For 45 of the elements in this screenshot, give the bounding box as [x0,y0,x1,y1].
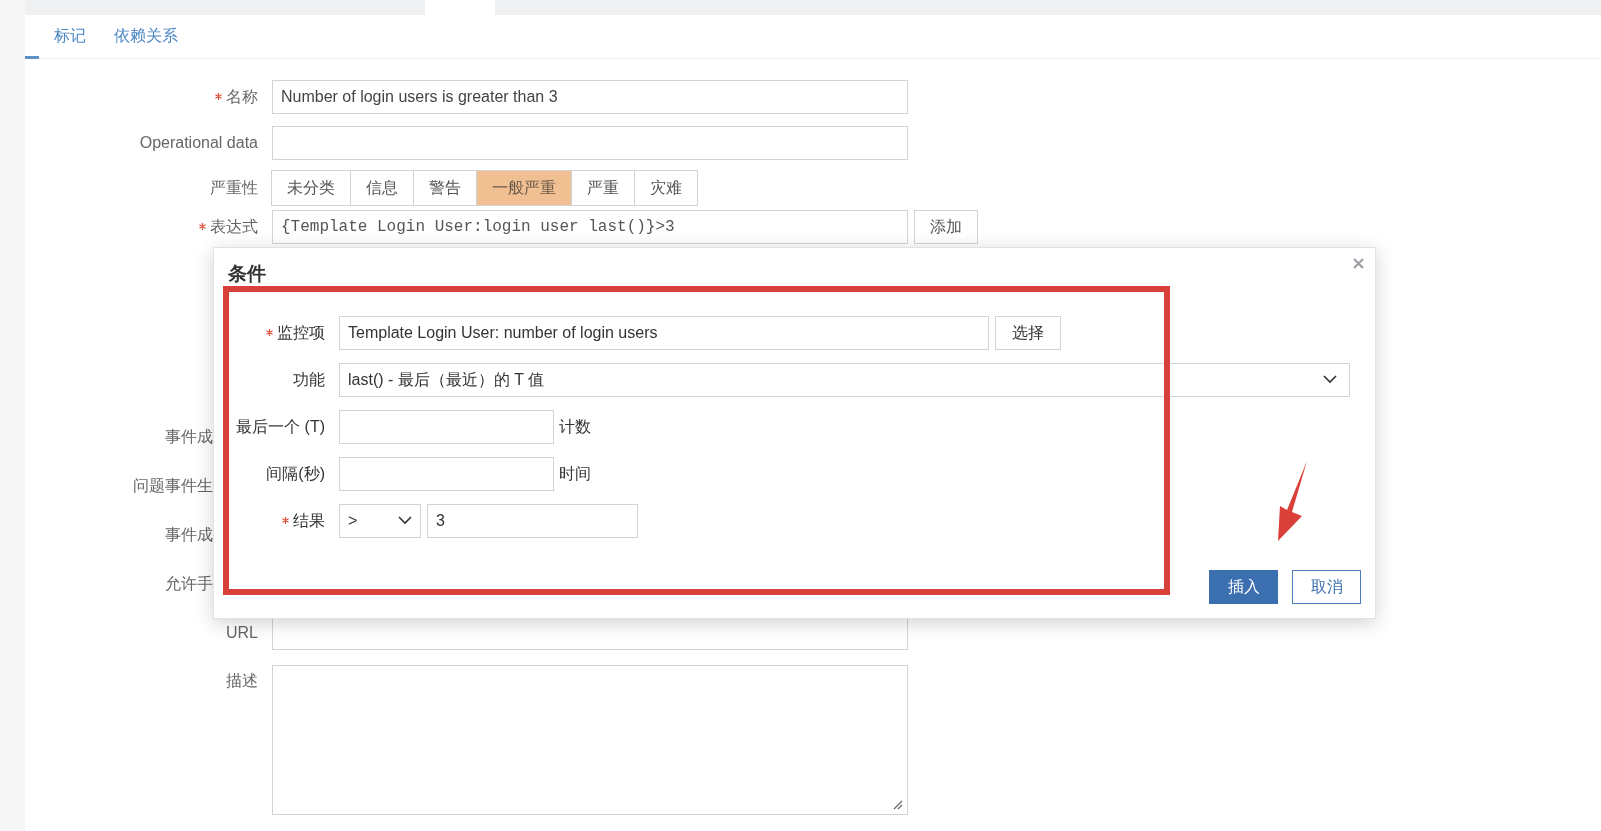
close-icon[interactable] [1353,258,1364,269]
function-select[interactable]: last() - 最后（最近）的 T 值 [339,362,1350,397]
severity-option[interactable]: 信息 [350,170,414,206]
tab[interactable]: 依赖关系 [114,24,178,49]
severity-option[interactable]: 未分类 [271,170,351,206]
text-field[interactable] [272,126,908,160]
severity-option[interactable]: 灾难 [634,170,698,206]
text-field[interactable] [339,456,554,491]
field-label: 描述 [226,671,258,691]
unit-label: 计数 [559,416,591,437]
severity-option[interactable]: 警告 [413,170,477,206]
field-label: 允许手 [165,574,213,594]
description-textarea[interactable] [272,665,908,815]
expression-field[interactable]: {Template Login User:login user last()}>3 [272,210,908,244]
text-field[interactable]: Number of login users is greater than 3 [272,80,908,114]
text-field[interactable] [339,409,554,444]
resize-handle-icon [893,800,903,810]
item-field[interactable]: Template Login User: number of login users [339,315,989,350]
field-label: 事件成 [165,427,213,447]
insert-button[interactable]: 插入 [1209,570,1278,604]
cancel-button[interactable]: 取消 [1292,570,1361,604]
dialog-title: 条件 [228,263,266,284]
add-button[interactable]: 添加 [914,210,978,244]
field-label: Operational data [139,133,258,153]
select-button[interactable]: 选择 [995,315,1061,350]
field-label: URL [226,623,258,643]
field-label: 问题事件生 [133,476,213,496]
result-field[interactable]: 3 [427,503,638,538]
field-label: 事件成 [165,525,213,545]
severity-option[interactable]: 严重 [571,170,635,206]
field-label: 间隔(秒) [266,463,325,484]
unit-label: 时间 [559,463,591,484]
field-label: 名称 [226,87,258,107]
field-label: 严重性 [210,178,258,198]
severity-option[interactable]: 一般严重 [476,170,572,206]
operator-select[interactable]: > [339,503,421,538]
field-label: 表达式 [210,217,258,237]
tab[interactable]: 标记 [54,24,86,49]
field-label: 最后一个 (T) [236,416,325,437]
field-label: 结果 [293,510,325,531]
tab-indicator [25,56,39,59]
field-label: 功能 [293,369,325,390]
field-label: 监控项 [277,322,325,343]
chevron-down-icon [1323,375,1337,384]
chevron-down-icon [398,516,412,525]
